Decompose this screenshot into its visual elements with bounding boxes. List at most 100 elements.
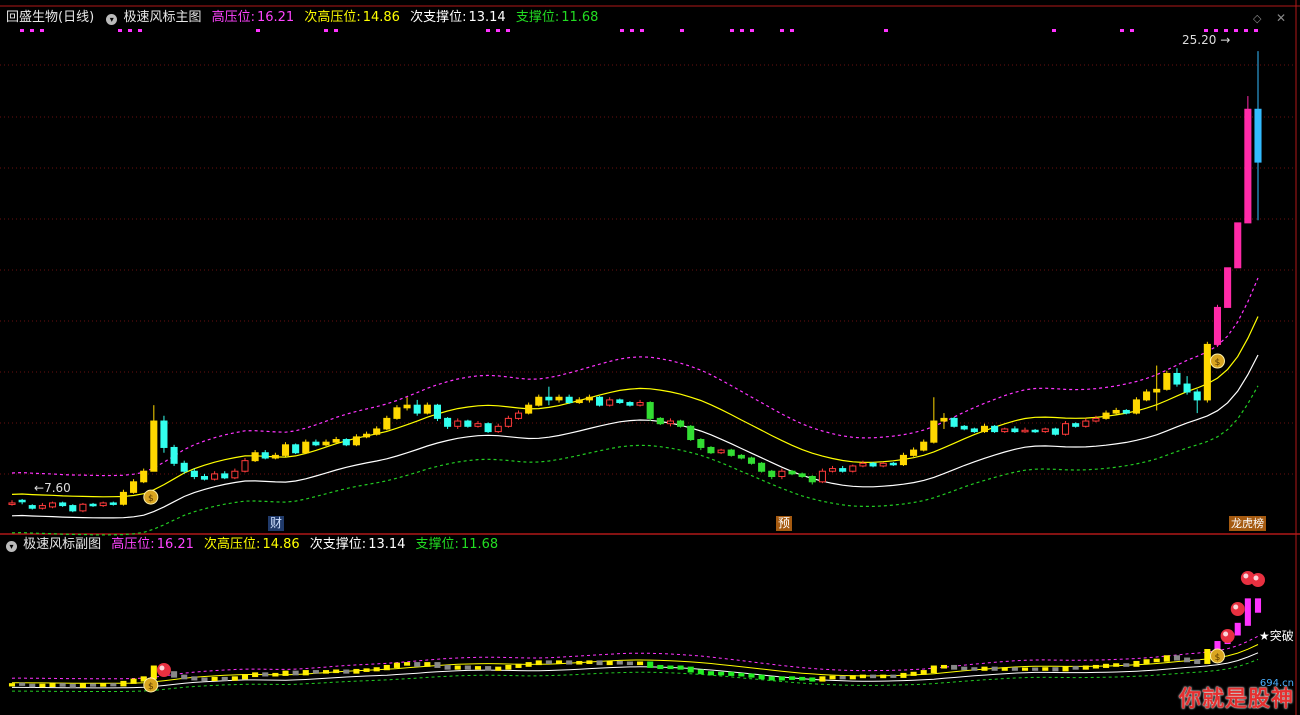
sub-candle — [120, 680, 127, 687]
candle-body — [879, 462, 887, 467]
sub-candle — [748, 673, 755, 678]
sub-candle — [424, 662, 431, 667]
sub-candle — [241, 674, 249, 680]
candle-body — [849, 465, 857, 472]
sub-candle — [1204, 649, 1211, 664]
sub-high-label: 高压位: — [111, 537, 155, 552]
money-bag-icon: $ — [1209, 353, 1225, 369]
watermark-logo: 你就是股神 — [1178, 687, 1294, 712]
event-tag-longhubang[interactable]: 龙虎榜 — [1229, 516, 1266, 531]
candle-body — [758, 462, 766, 472]
sub-subhigh-value: 14.86 — [262, 537, 300, 552]
red-ball-icon — [1230, 602, 1245, 616]
sub-candle — [1143, 659, 1150, 664]
signal-dot — [884, 29, 888, 32]
svg-text:$: $ — [148, 682, 154, 692]
sub-candle — [515, 663, 522, 668]
sub-candle — [252, 672, 259, 678]
close-icon[interactable]: ✕ — [1276, 11, 1286, 25]
candle-body — [1213, 306, 1222, 345]
candle-body — [889, 462, 897, 466]
candle-body — [646, 402, 654, 419]
sub-band-white — [12, 652, 1259, 689]
sub-candle — [363, 668, 370, 672]
collapse-icon[interactable]: ▾ — [6, 541, 17, 552]
sub-candle — [201, 677, 208, 682]
candle-body — [423, 404, 431, 414]
candle-body — [160, 420, 168, 448]
sub-candle — [566, 660, 573, 665]
candle-body — [960, 425, 968, 430]
event-tag-finance[interactable]: 财 — [268, 516, 285, 531]
candle-body — [261, 452, 269, 459]
event-tag-forecast[interactable]: 预 — [776, 516, 793, 531]
collapse-icon[interactable]: ▾ — [106, 14, 118, 25]
candle-body — [575, 399, 583, 404]
sub-candle — [788, 676, 796, 680]
sub-candle — [738, 672, 745, 677]
signal-dot — [1254, 29, 1258, 32]
sub-candle — [718, 671, 725, 676]
candle-body — [140, 470, 148, 483]
signal-dot — [128, 29, 132, 32]
chart-canvas: $ $ $ $ — [0, 0, 1300, 715]
candle-body — [514, 412, 523, 419]
band-white — [11, 354, 1259, 519]
sub-candle — [799, 676, 806, 681]
candle-body — [535, 396, 543, 406]
candle-body — [596, 396, 604, 406]
diamond-icon[interactable]: ◇ — [1253, 12, 1261, 25]
sub-candle — [312, 670, 319, 674]
sub-candle — [930, 665, 937, 674]
candle-body — [464, 420, 472, 427]
sub-candle — [474, 666, 482, 670]
candle-body — [251, 452, 259, 462]
sub-subsupport-label: 次支撑位: — [309, 537, 367, 552]
candle-body — [28, 505, 36, 509]
candle-body — [271, 454, 279, 459]
candle-body — [484, 423, 492, 433]
sub-candle — [353, 668, 360, 674]
sub-candle — [231, 676, 238, 681]
sub-candle — [535, 660, 542, 666]
candle-body — [1244, 108, 1252, 224]
sub-candle — [1072, 666, 1079, 670]
sub-candle — [434, 662, 441, 668]
candle-body — [59, 502, 67, 507]
signal-dot — [1224, 29, 1228, 32]
signal-dot — [740, 29, 744, 32]
candle-body — [1072, 423, 1080, 427]
sub-candle — [677, 665, 684, 670]
sub-candle — [728, 671, 735, 676]
candle-body — [1061, 423, 1070, 435]
candle-body — [930, 420, 938, 443]
candle-body — [312, 441, 320, 446]
sub-candle — [1011, 667, 1018, 671]
candle-body — [778, 470, 786, 478]
candle-body — [231, 470, 239, 479]
signal-dot — [750, 29, 754, 32]
sub-candle — [900, 672, 907, 678]
sub-candle — [596, 660, 603, 666]
candle-body — [656, 417, 664, 425]
candle-body — [970, 428, 978, 433]
sub-candle — [505, 664, 512, 670]
sub-candle — [890, 674, 897, 678]
sub-candle — [707, 671, 715, 676]
candle-body — [818, 470, 826, 483]
candle-body — [616, 399, 624, 404]
sub-candle — [626, 661, 633, 666]
sub-support-label: 支撑位: — [415, 537, 459, 552]
candle-body — [363, 433, 371, 438]
candle-body — [1173, 372, 1181, 385]
candle-body — [727, 449, 735, 456]
signal-dot — [790, 29, 794, 32]
candle-body — [1193, 391, 1201, 401]
sub-candle — [181, 674, 188, 680]
stock-name: 回盛生物(日线) — [6, 10, 95, 25]
sub-candle — [1052, 667, 1059, 672]
candle-body — [1224, 267, 1232, 308]
signal-dot — [1120, 29, 1124, 32]
candle-body — [433, 404, 442, 419]
sub-candle — [768, 676, 775, 681]
